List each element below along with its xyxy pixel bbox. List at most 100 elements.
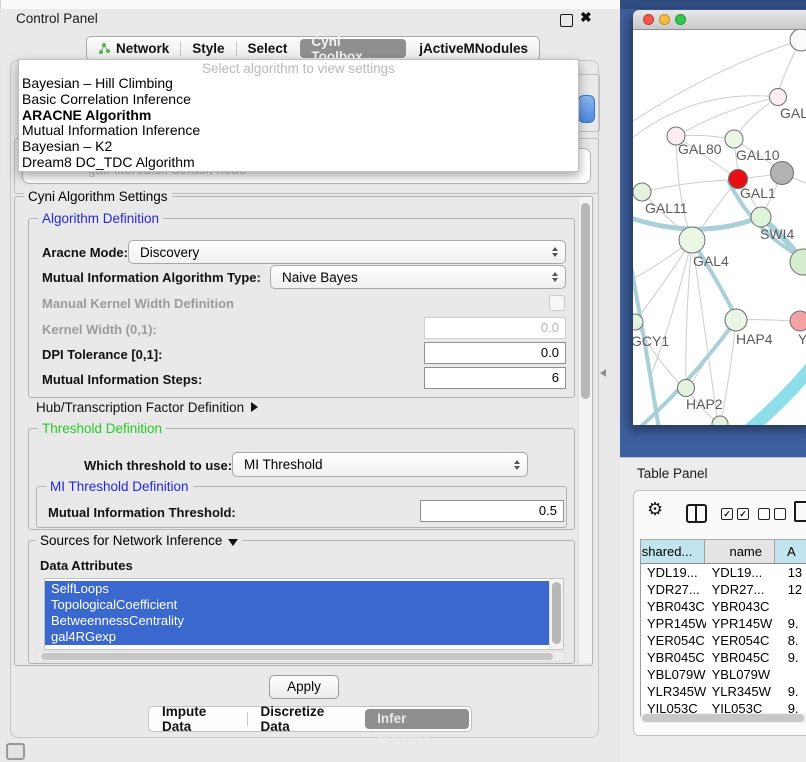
- table-row[interactable]: YBR045CYBR045C9.: [641, 649, 806, 666]
- tab-infer-network[interactable]: Infer Network: [365, 709, 469, 729]
- table-panel-title: Table Panel: [637, 466, 708, 481]
- tab-style[interactable]: Style: [181, 37, 235, 60]
- attribute-list-item[interactable]: TopologicalCoefficient: [45, 597, 549, 613]
- table-horizontal-scrollbar[interactable]: [640, 713, 806, 723]
- network-node[interactable]: [770, 89, 787, 106]
- splitter-collapse-arrow[interactable]: [600, 369, 606, 377]
- network-node[interactable]: [790, 30, 806, 51]
- data-attributes-list: SelfLoopsTopologicalCoefficientBetweenne…: [44, 578, 564, 650]
- table-cell: YDR27...: [706, 581, 776, 598]
- network-window-titlebar[interactable]: [633, 10, 806, 30]
- popup-item-dream8[interactable]: Dream8 DC_TDC Algorithm: [19, 155, 578, 171]
- network-edge[interactable]: [633, 40, 801, 125]
- tab-cyni-toolbox[interactable]: Cyni Toolbox: [300, 39, 406, 58]
- restore-panel-button[interactable]: [6, 743, 25, 760]
- mi-algorithm-type-combobox[interactable]: Naive Bayes: [270, 265, 566, 289]
- column-header-clipped[interactable]: A: [775, 540, 806, 563]
- table-cell: YBR043C: [706, 598, 776, 615]
- table-cell: YBL079W: [706, 666, 776, 683]
- popup-item-mutual-information[interactable]: Mutual Information Inference: [19, 123, 578, 139]
- list-horizontal-scrollbar-thumb[interactable]: [41, 653, 553, 660]
- table-horizontal-scrollbar-thumb[interactable]: [642, 714, 804, 722]
- popup-item-basic-correlation[interactable]: Basic Correlation Inference: [19, 92, 578, 108]
- column-header-shared-name[interactable]: shared...: [641, 540, 705, 563]
- network-edge[interactable]: [642, 180, 729, 192]
- list-scrollbar-thumb[interactable]: [552, 582, 561, 644]
- network-node-label: GAL10: [736, 147, 780, 163]
- network-node[interactable]: [725, 130, 743, 148]
- checked-checkbox-icon[interactable]: ✓: [721, 508, 733, 520]
- mi-threshold-field[interactable]: 0.5: [420, 500, 564, 522]
- aracne-mode-combobox[interactable]: Discovery: [128, 240, 566, 264]
- table-row[interactable]: YPR145WYPR145W9.: [641, 615, 806, 632]
- apply-button[interactable]: Apply: [269, 675, 339, 699]
- table-row[interactable]: YBR043CYBR043C: [641, 598, 806, 615]
- expanded-arrow-icon: [228, 539, 238, 546]
- close-panel-icon[interactable]: ✖: [580, 9, 592, 26]
- attribute-list-item[interactable]: gal4RGexp: [45, 629, 549, 645]
- network-node[interactable]: [790, 311, 806, 331]
- tab-network[interactable]: Network: [87, 37, 180, 60]
- manual-kernel-width-checkbox[interactable]: [549, 295, 565, 311]
- table-cell: [776, 666, 806, 683]
- which-threshold-value: MI Threshold: [244, 457, 323, 472]
- settings-scrollbar-thumb[interactable]: [581, 203, 590, 399]
- application-window: Control Panel ✖ Network Style Select Cyn…: [0, 0, 806, 762]
- tab-jactivemnodules[interactable]: jActiveMNodules: [408, 37, 539, 60]
- table-cell: YDR27...: [641, 581, 706, 598]
- sources-disclosure[interactable]: Sources for Network Inference: [36, 533, 242, 548]
- threshold-definition-title: Threshold Definition: [38, 421, 166, 436]
- hub-definition-disclosure[interactable]: Hub/Transcription Factor Definition: [36, 400, 258, 415]
- table-row[interactable]: YLR345WYLR345W9.: [641, 683, 806, 700]
- table-row[interactable]: YDR27...YDR27...12: [641, 581, 806, 598]
- network-node[interactable]: [633, 183, 651, 201]
- network-node[interactable]: [678, 380, 695, 397]
- network-node[interactable]: [751, 207, 771, 227]
- table-row[interactable]: YDL19...YDL19...13: [641, 564, 806, 581]
- float-panel-button[interactable]: [560, 14, 573, 27]
- popup-item-bayesian-k2[interactable]: Bayesian – K2: [19, 139, 578, 155]
- table-cell: YPR145W: [706, 615, 776, 632]
- attribute-list-item[interactable]: BetweennessCentrality: [45, 613, 549, 629]
- mi-steps-field[interactable]: 6: [424, 367, 566, 389]
- popup-item-bayesian-hill-climbing[interactable]: Bayesian – Hill Climbing: [19, 76, 578, 92]
- network-node[interactable]: [725, 309, 747, 331]
- zoom-window-icon[interactable]: [675, 14, 686, 25]
- checked-checkbox-icon[interactable]: ✓: [737, 508, 749, 520]
- network-canvas[interactable]: GAL7GAL80GAL10GAL1GAL11SWI4GAL4GCY1HAP4Y…: [633, 30, 806, 425]
- combo-stepper-fragment[interactable]: [578, 95, 595, 123]
- column-header-name[interactable]: name: [705, 540, 775, 563]
- dpi-tolerance-field[interactable]: 0.0: [424, 342, 566, 364]
- network-node[interactable]: [679, 227, 705, 253]
- tab-discretize-data[interactable]: Discretize Data: [247, 704, 363, 734]
- popup-prompt: Select algorithm to view settings: [19, 60, 578, 76]
- network-edge[interactable]: [743, 363, 806, 425]
- minimize-window-icon[interactable]: [659, 14, 670, 25]
- list-horizontal-scrollbar[interactable]: [36, 651, 566, 662]
- attribute-list-item[interactable]: SelfLoops: [45, 581, 549, 597]
- table-cell: YDL19...: [706, 564, 776, 581]
- unchecked-checkbox-icon[interactable]: [758, 508, 770, 520]
- new-table-icon[interactable]: [794, 501, 806, 522]
- network-node[interactable]: [771, 162, 794, 185]
- tab-select[interactable]: Select: [237, 37, 299, 60]
- settings-scrollbar[interactable]: [578, 197, 592, 663]
- settings-gear-icon[interactable]: ⚙: [647, 499, 663, 520]
- network-edge[interactable]: [639, 240, 692, 316]
- which-threshold-combobox[interactable]: MI Threshold: [232, 452, 528, 477]
- close-window-icon[interactable]: [643, 14, 654, 25]
- network-edge[interactable]: [684, 97, 778, 132]
- table-row[interactable]: YER054CYER054C8.: [641, 632, 806, 649]
- table-cell: YBR043C: [641, 598, 706, 615]
- table-row[interactable]: YBL079WYBL079W: [641, 666, 806, 683]
- desktop-top-strip: [620, 0, 806, 9]
- unchecked-checkbox-icon[interactable]: [774, 508, 786, 520]
- table-body: YDL19...YDL19...13YDR27...YDR27...12YBR0…: [641, 564, 806, 717]
- kernel-width-field[interactable]: 0.0: [424, 317, 566, 339]
- network-node[interactable]: [712, 416, 728, 425]
- tab-impute-data[interactable]: Impute Data: [149, 704, 247, 734]
- stepper-arrows-icon: [552, 272, 558, 282]
- list-scrollbar[interactable]: [549, 579, 563, 649]
- popup-item-aracne[interactable]: ARACNE Algorithm: [19, 108, 578, 124]
- split-columns-icon[interactable]: [686, 504, 707, 523]
